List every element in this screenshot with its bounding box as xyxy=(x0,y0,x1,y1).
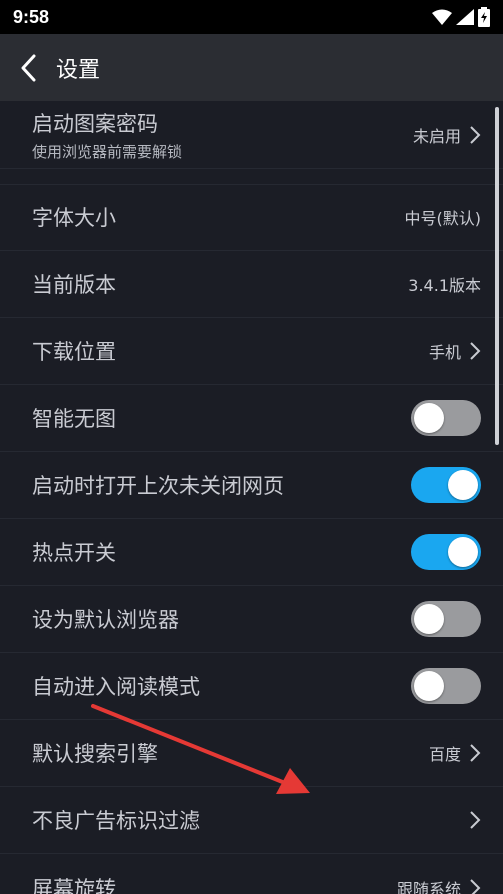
setting-ad-filter[interactable]: 不良广告标识过滤 xyxy=(0,787,503,854)
app-bar: 设置 xyxy=(0,34,503,101)
setting-auto-reading-mode: 自动进入阅读模式 xyxy=(0,653,503,720)
setting-hotspot: 热点开关 xyxy=(0,519,503,586)
setting-label: 自动进入阅读模式 xyxy=(32,675,200,699)
setting-value: 3.4.1版本 xyxy=(408,276,481,295)
chevron-right-icon xyxy=(470,878,481,894)
setting-font-size[interactable]: 字体大小 中号(默认) xyxy=(0,184,503,251)
chevron-right-icon xyxy=(470,125,481,144)
setting-label: 智能无图 xyxy=(32,407,116,431)
page-title: 设置 xyxy=(56,57,101,83)
setting-label: 设为默认浏览器 xyxy=(32,608,179,632)
setting-value: 未启用 xyxy=(412,126,461,146)
setting-label: 启动时打开上次未关闭网页 xyxy=(32,474,284,498)
section-divider xyxy=(0,169,503,185)
chevron-left-icon xyxy=(21,54,36,81)
chevron-right-icon xyxy=(470,744,481,762)
setting-current-version[interactable]: 当前版本 3.4.1版本 xyxy=(0,251,503,318)
setting-label: 不良广告标识过滤 xyxy=(32,809,200,833)
setting-value: 百度 xyxy=(428,745,461,764)
setting-value: 中号(默认) xyxy=(404,209,482,228)
signal-icon xyxy=(456,9,474,25)
setting-label: 字体大小 xyxy=(32,206,116,230)
battery-icon xyxy=(478,7,490,27)
setting-label: 默认搜索引擎 xyxy=(32,742,158,766)
chevron-right-icon xyxy=(470,342,481,360)
toggle-knob xyxy=(414,403,444,433)
setting-screen-rotation[interactable]: 屏幕旋转 跟随系统 xyxy=(0,854,503,894)
setting-label: 下载位置 xyxy=(32,340,116,364)
toggle-knob xyxy=(448,537,478,567)
setting-label: 热点开关 xyxy=(32,541,116,565)
scrollbar[interactable] xyxy=(495,107,499,445)
toggle-switch[interactable] xyxy=(411,668,481,704)
setting-smart-no-image: 智能无图 xyxy=(0,385,503,452)
setting-pattern-lock[interactable]: 启动图案密码 使用浏览器前需要解锁 未启用 xyxy=(0,101,503,169)
back-button[interactable] xyxy=(0,34,56,101)
setting-value: 跟随系统 xyxy=(396,879,461,894)
status-bar: 9:58 xyxy=(0,0,503,34)
wifi-icon xyxy=(432,9,452,25)
setting-search-engine[interactable]: 默认搜索引擎 百度 xyxy=(0,720,503,787)
setting-label: 屏幕旋转 xyxy=(32,876,116,894)
toggle-switch[interactable] xyxy=(411,601,481,637)
setting-label: 启动图案密码 xyxy=(32,111,158,136)
setting-default-browser: 设为默认浏览器 xyxy=(0,586,503,653)
toggle-switch[interactable] xyxy=(411,400,481,436)
setting-value: 手机 xyxy=(428,343,461,362)
toggle-switch[interactable] xyxy=(411,534,481,570)
setting-description: 使用浏览器前需要解锁 xyxy=(32,142,183,161)
toggle-switch[interactable] xyxy=(411,467,481,503)
setting-restore-tabs: 启动时打开上次未关闭网页 xyxy=(0,452,503,519)
chevron-right-icon xyxy=(470,811,481,829)
toggle-knob xyxy=(414,671,444,701)
setting-download-location[interactable]: 下载位置 手机 xyxy=(0,318,503,385)
status-time: 9:58 xyxy=(13,6,50,27)
toggle-knob xyxy=(448,470,478,500)
toggle-knob xyxy=(414,604,444,634)
settings-list: 启动图案密码 使用浏览器前需要解锁 未启用 字体大小 中号(默认) 当前版本 3… xyxy=(0,101,503,894)
status-icons xyxy=(432,7,490,27)
setting-label: 当前版本 xyxy=(32,273,116,297)
